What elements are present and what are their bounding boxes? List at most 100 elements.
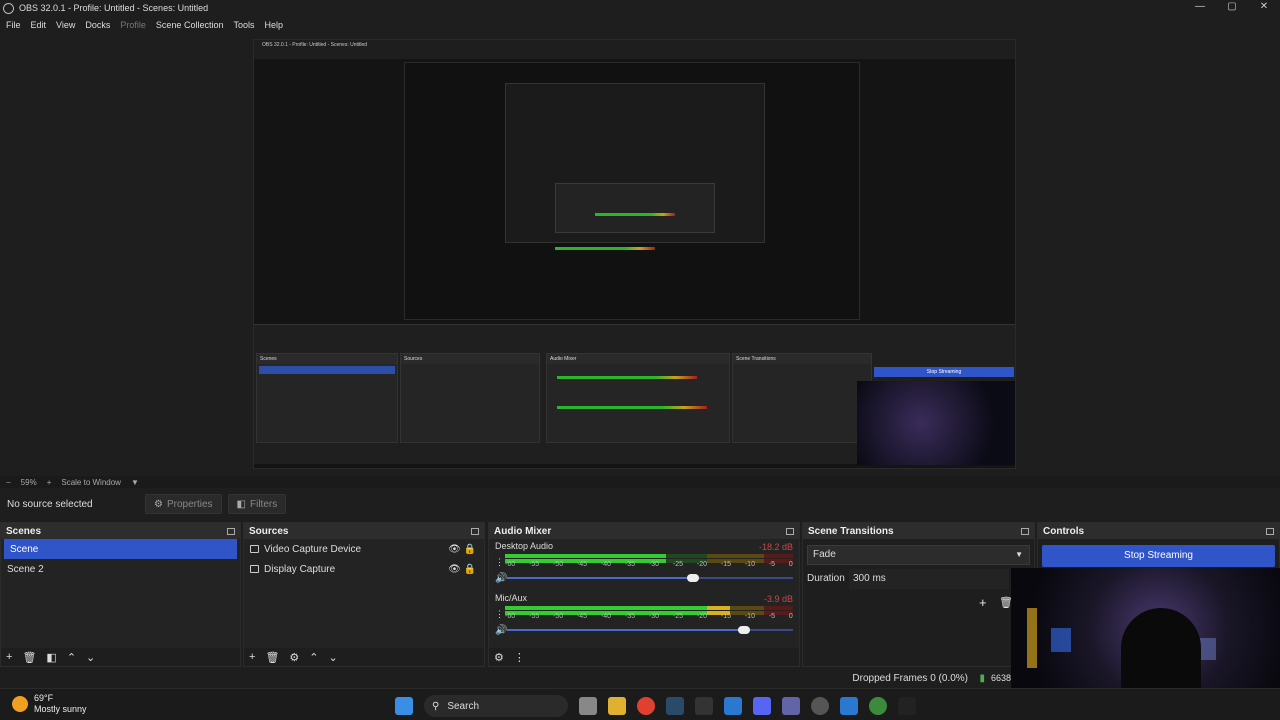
meter-tick-label: 0	[788, 613, 793, 620]
undock-icon[interactable]	[227, 527, 235, 535]
chrome-icon[interactable]	[637, 697, 655, 715]
undock-icon[interactable]	[471, 527, 479, 535]
meter-tick-label: -60	[505, 561, 516, 568]
menu-help[interactable]: Help	[264, 20, 283, 30]
meter-tick-label: -40	[600, 613, 612, 620]
advanced-audio-icon[interactable]: ⚙	[494, 651, 504, 664]
volume-fill	[507, 577, 693, 579]
meter-tick-label: -35	[624, 613, 636, 620]
zoom-out-button[interactable]: −	[6, 478, 11, 487]
file-explorer-icon[interactable]	[608, 697, 626, 715]
sources-list: Video Capture Device 👁 🔒 Display Capture…	[244, 539, 484, 652]
minimize-button[interactable]: —	[1184, 0, 1216, 16]
app-icon[interactable]	[898, 697, 916, 715]
program-preview[interactable]: OBS 32.0.1 - Profile: Untitled - Scenes:…	[253, 39, 1016, 469]
zoom-level: 59%	[20, 477, 37, 487]
nested-meter	[555, 247, 655, 250]
kebab-icon[interactable]: ⋮	[495, 609, 504, 620]
kebab-icon[interactable]: ⋮	[495, 557, 504, 568]
undock-icon[interactable]	[786, 527, 794, 535]
meter-tick-label: -25	[672, 561, 684, 568]
app-icon[interactable]	[840, 697, 858, 715]
menu-profile[interactable]: Profile	[120, 20, 146, 30]
meter-tick-label: -40	[600, 561, 612, 568]
menu-edit[interactable]: Edit	[31, 20, 47, 30]
audio-channel: Desktop Audio -18.2 dB ⋮ -60 -55 -50 -45 -40…	[489, 539, 799, 591]
nested-transitions-dock: Scene Transitions	[732, 353, 872, 443]
meter-level	[505, 606, 707, 610]
stop-streaming-button[interactable]: Stop Streaming	[1042, 545, 1275, 567]
properties-button[interactable]: ⚙ Properties	[145, 494, 222, 514]
epic-games-icon[interactable]	[695, 697, 713, 715]
arrow-up-icon[interactable]: ⌃	[309, 651, 318, 664]
scale-mode-select[interactable]: Scale to Window	[61, 478, 121, 487]
add-icon[interactable]: +	[249, 651, 255, 663]
volume-knob[interactable]	[738, 626, 751, 634]
transition-select[interactable]: Fade ▼	[807, 545, 1030, 565]
audio-channels: Desktop Audio -18.2 dB ⋮ -60 -55 -50 -45 -40…	[489, 539, 799, 652]
speaker-icon[interactable]: 🔊	[495, 625, 507, 636]
nested-audio-header: Audio Mixer	[547, 354, 729, 364]
meter-tick-label: -50	[552, 561, 564, 568]
source-item[interactable]: Video Capture Device 👁 🔒	[244, 539, 484, 559]
visibility-lock-icons[interactable]: 👁 🔒	[448, 564, 476, 575]
monitor-icon	[250, 565, 259, 573]
duration-input[interactable]: 300 ms	[849, 569, 1009, 589]
discord-icon[interactable]	[753, 697, 771, 715]
undock-icon[interactable]	[1266, 527, 1274, 535]
nested-title-bar: OBS 32.0.1 - Profile: Untitled - Scenes:…	[254, 40, 1015, 50]
filter-icon[interactable]: ◧	[46, 651, 56, 664]
visibility-lock-icons[interactable]: 👁 🔒	[448, 544, 476, 555]
windows-start-icon[interactable]	[395, 697, 413, 715]
widget-icon[interactable]	[579, 697, 597, 715]
zoom-in-button[interactable]: +	[47, 478, 52, 487]
arrow-down-icon[interactable]: ⌄	[86, 651, 95, 664]
filters-button[interactable]: ◧ Filters	[227, 494, 287, 514]
meter-tick-label: -15	[720, 561, 731, 568]
taskbar-search[interactable]: ⚲ Search	[424, 695, 568, 717]
menu-docks[interactable]: Docks	[85, 20, 110, 30]
zoom-bar: − 59% + Scale to Window ▼	[0, 476, 1280, 488]
teams-icon[interactable]	[782, 697, 800, 715]
add-icon[interactable]: +	[979, 595, 987, 610]
source-item[interactable]: Display Capture 👁 🔒	[244, 559, 484, 579]
gear-icon[interactable]: ⚙	[289, 651, 299, 664]
app-icon[interactable]	[724, 697, 742, 715]
source-label: Video Capture Device	[264, 543, 362, 555]
sources-header: Sources	[244, 523, 484, 539]
maximize-button[interactable]: ▢	[1216, 0, 1248, 16]
chevron-down-icon[interactable]: ▼	[131, 478, 139, 487]
add-icon[interactable]: +	[6, 651, 12, 663]
kebab-icon[interactable]: ⋮	[514, 651, 525, 664]
transitions-title: Scene Transitions	[808, 525, 894, 537]
trash-icon[interactable]: 🗑	[22, 651, 36, 664]
meter-tick-label: -15	[720, 613, 731, 620]
volume-slider[interactable]	[507, 626, 793, 634]
menu-tools[interactable]: Tools	[233, 20, 254, 30]
speaker-icon[interactable]: 🔊	[495, 573, 507, 584]
arrow-down-icon[interactable]: ⌄	[329, 651, 338, 664]
nested-scenes-dock: Scenes	[256, 353, 398, 443]
meter-level	[706, 606, 730, 610]
volume-slider[interactable]	[507, 574, 793, 582]
scenes-toolbar: + 🗑 ◧ ⌃ ⌄	[1, 648, 240, 666]
close-button[interactable]: ✕	[1248, 0, 1280, 16]
volume-knob[interactable]	[686, 574, 699, 582]
chrome-icon[interactable]	[869, 697, 887, 715]
steam-icon[interactable]	[666, 697, 684, 715]
scene-item[interactable]: Scene 2	[1, 559, 240, 579]
obs-icon[interactable]	[811, 697, 829, 715]
meter-ticks: -60 -55 -50 -45 -40 -35 -30 -25 -20 -15 -10 -5 0	[505, 561, 793, 569]
menu-view[interactable]: View	[56, 20, 75, 30]
duration-label: Duration	[807, 573, 845, 584]
trash-icon[interactable]: 🗑	[265, 651, 279, 664]
scene-item[interactable]: Scene	[4, 539, 237, 559]
weather-widget[interactable]: 69°F Mostly sunny	[12, 693, 87, 715]
arrow-up-icon[interactable]: ⌃	[67, 651, 76, 664]
menu-file[interactable]: File	[6, 20, 21, 30]
menu-scene-collection[interactable]: Scene Collection	[156, 20, 224, 30]
meter-tick-label: -20	[696, 613, 707, 620]
undock-icon[interactable]	[1021, 527, 1029, 535]
meter-zone	[764, 554, 793, 558]
nested-menu-bar	[254, 50, 1015, 59]
